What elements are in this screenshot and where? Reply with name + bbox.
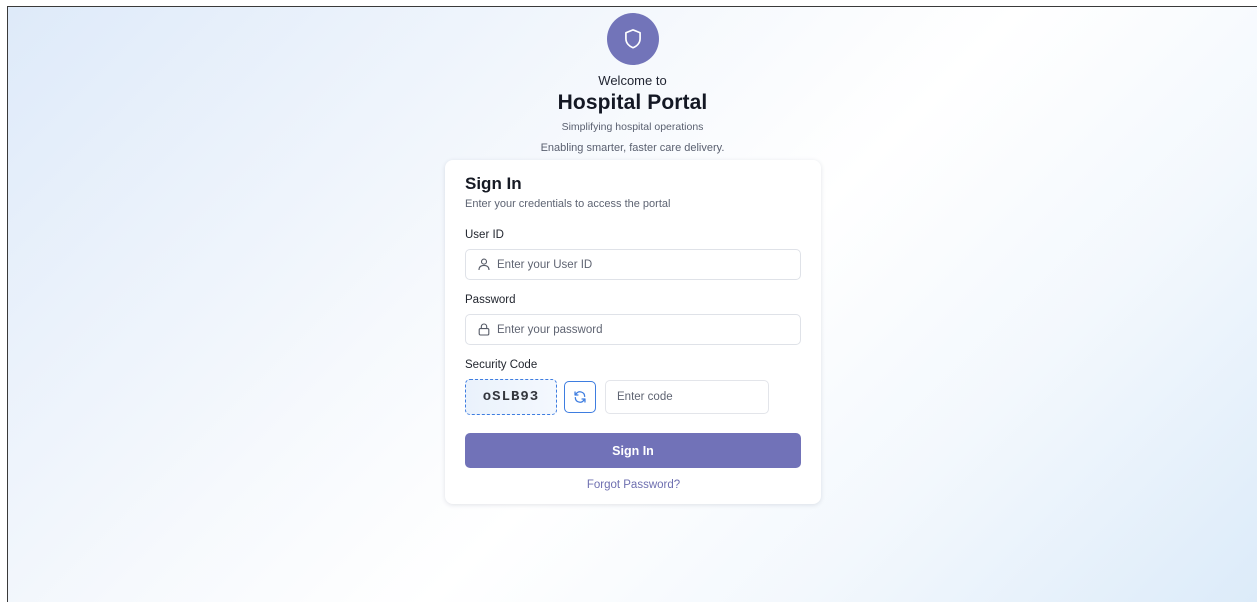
user-id-label: User ID <box>465 229 504 241</box>
forgot-password-link[interactable]: Forgot Password? <box>465 479 802 491</box>
password-field <box>465 314 801 345</box>
sign-in-card: Sign In Enter your credentials to access… <box>445 160 821 504</box>
security-code-input[interactable] <box>605 380 769 414</box>
user-icon <box>477 257 491 271</box>
user-id-field <box>465 249 801 280</box>
welcome-text: Welcome to <box>598 73 667 88</box>
sign-in-button[interactable]: Sign In <box>465 433 801 468</box>
portal-title: Hospital Portal <box>557 91 708 114</box>
tagline-secondary: Enabling smarter, faster care delivery. <box>540 142 725 154</box>
portal-logo <box>606 13 659 65</box>
security-code-row: oSLB93 <box>465 379 802 415</box>
security-code-label: Security Code <box>465 359 538 371</box>
lock-icon <box>477 322 491 336</box>
page-background: Welcome to Hospital Portal Simplifying h… <box>7 6 1257 602</box>
tagline-primary: Simplifying hospital operations <box>561 121 704 133</box>
password-label: Password <box>465 294 516 306</box>
refresh-icon <box>574 391 586 403</box>
user-id-input[interactable] <box>497 250 797 279</box>
captcha-image: oSLB93 <box>465 379 557 415</box>
brand-header: Welcome to Hospital Portal Simplifying h… <box>8 13 1257 154</box>
shield-icon <box>624 29 641 49</box>
refresh-captcha-button[interactable] <box>564 381 596 413</box>
sign-in-subtitle: Enter your credentials to access the por… <box>465 198 671 210</box>
sign-in-title: Sign In <box>465 174 522 193</box>
password-input[interactable] <box>497 315 797 344</box>
